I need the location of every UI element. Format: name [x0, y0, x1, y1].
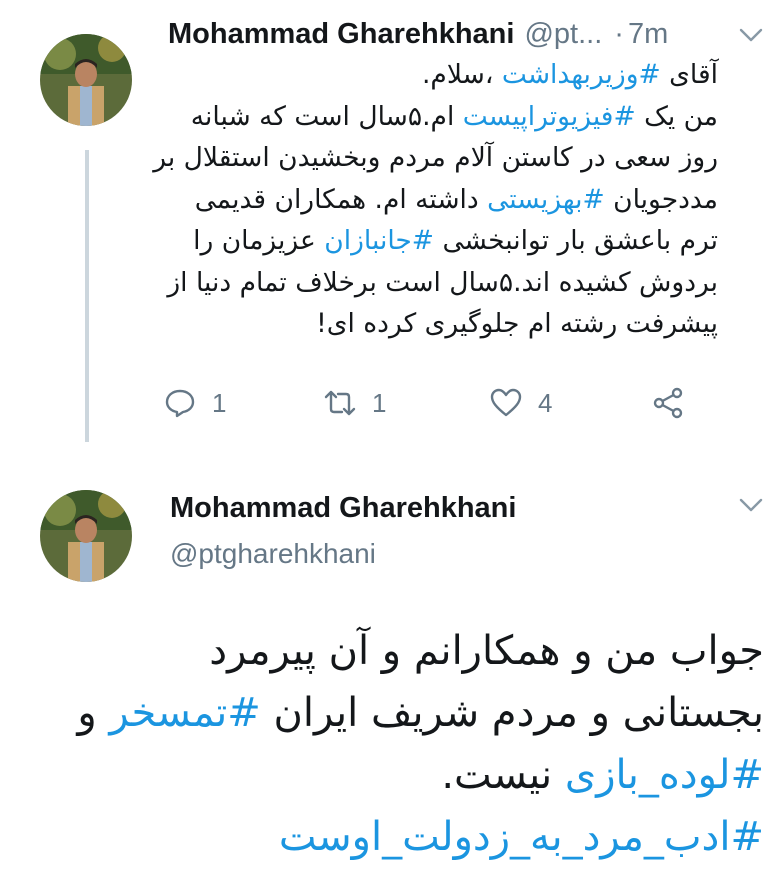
- reply-icon: [162, 385, 198, 421]
- tweet-text-line: پیشرفت رشته ام جلوگیری کرده ای!: [160, 303, 718, 345]
- author-name[interactable]: Mohammad Gharehkhani: [168, 18, 514, 51]
- text-segment: من یک: [635, 100, 718, 132]
- hashtag-link[interactable]: #فیزیوتراپیست: [463, 101, 636, 132]
- retweet-count: 1: [372, 387, 387, 418]
- text-segment: روز سعی در کاستن آلام مردم وبخشیدن استقل…: [153, 142, 718, 173]
- share-button[interactable]: [650, 385, 686, 421]
- tweet-actions: 1 1 4: [162, 380, 702, 426]
- text-segment: نیست.: [441, 752, 565, 798]
- chevron-down-icon[interactable]: [738, 496, 764, 514]
- tweet-timestamp[interactable]: 7m: [628, 18, 668, 51]
- tweet-text-line: مددجویان #بهزیستی داشته ام. همکاران قدیم…: [160, 179, 718, 221]
- tweet-text-line: #ادب_مرد_به_زدولت_اوست: [20, 806, 764, 868]
- author-handle[interactable]: @ptgharehkhani: [170, 538, 376, 570]
- text-segment: داشته ام. همکاران قدیمی: [194, 183, 488, 215]
- heart-icon: [488, 385, 524, 421]
- author-name[interactable]: Mohammad Gharehkhani: [170, 492, 516, 525]
- tweet-text-line: #لوده_بازی نیست.: [20, 744, 764, 806]
- tweet-text: جواب من و همکارانم و آن پیرمرد بجستانی و …: [20, 620, 764, 868]
- like-count: 4: [538, 387, 553, 418]
- tweet-header: Mohammad Gharehkhani @pt... · 7m: [168, 14, 768, 54]
- tweet-text-line: جواب من و همکارانم و آن پیرمرد: [20, 620, 764, 682]
- tweet-text-line: روز سعی در کاستن آلام مردم وبخشیدن استقل…: [153, 137, 718, 179]
- separator-dot: ·: [614, 17, 624, 50]
- text-segment: عزیزمان را: [193, 225, 325, 256]
- tweet-text-line: ترم باعشق بار توانبخشی #جانبازان عزیزمان…: [160, 220, 718, 262]
- tweet-text: آقای #وزیربهداشت ،سلام. من یک #فیزیوتراپی…: [153, 54, 718, 345]
- retweet-button[interactable]: 1: [322, 385, 488, 421]
- text-segment: آقای: [660, 59, 718, 90]
- text-segment: بجستانی و مردم شریف ایران: [260, 690, 764, 736]
- chevron-down-icon[interactable]: [738, 26, 764, 44]
- reply-button[interactable]: 1: [162, 385, 322, 421]
- text-segment: ترم باعشق بار توانبخشی: [434, 225, 718, 256]
- hashtag-link[interactable]: #بهزیستی: [487, 184, 605, 215]
- text-segment: و: [77, 690, 110, 736]
- retweet-icon: [322, 385, 358, 421]
- text-segment: مددجویان: [604, 183, 718, 215]
- share-icon: [650, 385, 686, 421]
- hashtag-link[interactable]: #جانبازان: [324, 225, 434, 256]
- tweet-text-line: بجستانی و مردم شریف ایران #تمسخر و: [20, 682, 764, 744]
- tweet-text-line: من یک #فیزیوتراپیست ام.۵سال است که شبانه: [160, 96, 718, 138]
- like-button[interactable]: 4: [488, 385, 650, 421]
- avatar[interactable]: [40, 490, 132, 582]
- hashtag-link[interactable]: #لوده_بازی: [565, 752, 764, 798]
- text-segment: پیشرفت رشته ام جلوگیری کرده ای!: [316, 308, 718, 339]
- hashtag-link[interactable]: #وزیربهداشت: [502, 59, 661, 90]
- tweet-text-line: بردوش کشیده اند.۵سال است برخلاف تمام دنی…: [160, 262, 718, 304]
- hashtag-link[interactable]: #تمسخر: [109, 690, 260, 736]
- author-handle[interactable]: @pt...: [524, 18, 602, 51]
- text-segment: ،سلام.: [422, 59, 502, 90]
- text-segment: ام.۵سال است که شبانه: [190, 100, 463, 132]
- hashtag-link[interactable]: #ادب_مرد_به_زدولت_اوست: [279, 814, 764, 860]
- text-segment: بردوش کشیده اند.۵سال است برخلاف تمام دنی…: [167, 266, 718, 298]
- reply-count: 1: [212, 387, 227, 418]
- thread-connector-line: [85, 150, 89, 442]
- tweet-text-line: آقای #وزیربهداشت ،سلام.: [160, 54, 718, 96]
- avatar[interactable]: [40, 34, 132, 126]
- text-segment: جواب من و همکارانم و آن پیرمرد: [209, 628, 764, 674]
